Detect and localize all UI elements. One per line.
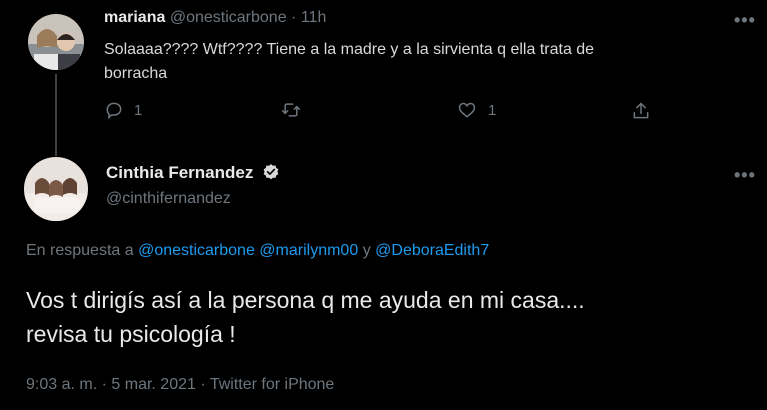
reply-separator: · <box>291 9 297 26</box>
reply-text-line-2: borracha <box>104 65 168 82</box>
avatar-cinthia[interactable] <box>24 157 88 221</box>
avatar-mariana[interactable] <box>28 14 84 70</box>
main-text-line-2: revisa tu psicología ! <box>26 321 236 347</box>
mention-onesticarbone[interactable]: @onesticarbone <box>138 242 255 259</box>
main-text-line-1: Vos t dirigís así a la persona q me ayud… <box>26 287 585 313</box>
meta-separator-2: · <box>200 376 206 393</box>
like-icon <box>458 102 476 118</box>
like-count: 1 <box>488 101 497 119</box>
reply-display-name[interactable]: mariana <box>104 9 165 26</box>
mention-join: y <box>362 242 371 259</box>
reply-icon <box>106 102 122 120</box>
reply-button[interactable]: 1 <box>104 100 142 120</box>
reply-tweet-header: mariana @onesticarbone · 11h <box>104 9 326 27</box>
main-tweet-author: Cinthia Fernandez <box>106 163 280 186</box>
reply-count: 1 <box>134 101 143 119</box>
in-reply-to-line: En respuesta a @onesticarbone @marilynm0… <box>26 242 489 260</box>
reply-more-options-icon[interactable]: ••• <box>734 10 756 31</box>
share-icon <box>633 102 649 119</box>
reply-handle[interactable]: @onesticarbone <box>170 9 287 26</box>
reply-tweet-text: Solaaaa???? Wtf???? Tiene a la madre y a… <box>104 38 594 86</box>
verified-badge-icon <box>262 163 280 186</box>
reply-text-line-1: Solaaaa???? Wtf???? Tiene a la madre y a… <box>104 41 595 58</box>
tweet-source[interactable]: Twitter for iPhone <box>210 376 335 393</box>
mention-marilynm00[interactable]: @marilynm00 <box>259 242 358 259</box>
like-button[interactable]: 1 <box>456 100 496 120</box>
main-handle[interactable]: @cinthifernandez <box>106 190 231 208</box>
tweet-time[interactable]: 9:03 a. m. <box>26 376 97 393</box>
mention-deboraedith7[interactable]: @DeboraEdith7 <box>375 242 489 259</box>
main-more-options-icon[interactable]: ••• <box>734 165 756 186</box>
reply-time[interactable]: 11h <box>301 9 327 26</box>
retweet-button[interactable] <box>280 100 302 120</box>
main-tweet-text: Vos t dirigís así a la persona q me ayud… <box>26 283 585 351</box>
in-reply-to-label: En respuesta a <box>26 242 134 259</box>
tweet-metadata: 9:03 a. m. · 5 mar. 2021 · Twitter for i… <box>26 376 334 394</box>
retweet-icon <box>281 103 301 117</box>
share-button[interactable] <box>631 100 651 122</box>
main-display-name[interactable]: Cinthia Fernandez <box>106 163 253 182</box>
tweet-date[interactable]: 5 mar. 2021 <box>111 376 196 393</box>
thread-connector-line <box>55 74 57 156</box>
meta-separator-1: · <box>101 376 107 393</box>
